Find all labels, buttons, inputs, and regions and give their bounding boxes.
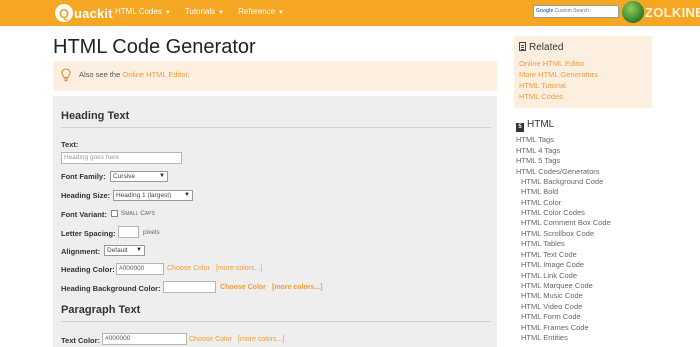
sidebar-sublink[interactable]: HTML Tables: [521, 239, 565, 248]
globe-logo-icon[interactable]: [622, 1, 644, 23]
nav-tutorials[interactable]: Tutorials ▼: [185, 7, 224, 16]
sidebar-sublink[interactable]: HTML Scrollbox Code: [521, 229, 594, 238]
letter-spacing-input[interactable]: [118, 226, 139, 238]
google-label: Google: [536, 8, 554, 14]
sidebar-sublink[interactable]: HTML Music Code: [521, 291, 583, 300]
chevron-down-icon: ▼: [159, 173, 165, 179]
letter-spacing-label: Letter Spacing:: [61, 229, 116, 238]
google-search-input[interactable]: Google Custom Search: [533, 5, 619, 18]
sidebar-sublink[interactable]: HTML Image Code: [521, 260, 584, 269]
zolkinet-logo[interactable]: ZOLKINET: [645, 5, 700, 20]
tip-prefix: Also see the: [79, 70, 123, 79]
caret-down-icon: ▼: [218, 10, 225, 16]
nav-label: Reference: [238, 7, 276, 16]
html-title: HTML: [527, 119, 555, 130]
section-divider: [61, 321, 491, 322]
related-title: Related: [529, 42, 564, 53]
para-more-colors-link[interactable]: [more colors...]: [238, 336, 284, 343]
select-value: Cursive: [113, 173, 136, 180]
sidebar-link[interactable]: HTML 4 Tags: [516, 146, 560, 155]
chevron-down-icon: ▼: [136, 247, 142, 253]
heading-text-input[interactable]: Heading goes here: [61, 152, 182, 164]
nav-label: HTML Codes: [115, 7, 162, 16]
related-link[interactable]: Online HTML Editor: [519, 59, 585, 68]
font-family-label: Font Family:: [61, 172, 106, 181]
heading-bg-color-label: Heading Background Color:: [61, 284, 161, 293]
nav-html-codes[interactable]: HTML Codes ▼: [115, 7, 171, 16]
sidebar-sublink[interactable]: HTML Color: [521, 198, 561, 207]
text-label: Text:: [61, 140, 79, 149]
page-title: HTML Code Generator: [53, 36, 256, 58]
small-caps-checkbox[interactable]: [111, 210, 118, 217]
paragraph-text-section-title: Paragraph Text: [61, 304, 141, 316]
bg-more-colors-link[interactable]: [more colors...]: [272, 284, 323, 291]
sidebar-link[interactable]: HTML Codes/Generators: [516, 167, 600, 176]
logo-mark: Q: [55, 4, 73, 22]
heading-size-select[interactable]: Heading 1 (largest) ▼: [113, 190, 193, 201]
related-link[interactable]: HTML Tutorial: [519, 81, 566, 90]
related-link[interactable]: More HTML Generators: [519, 70, 598, 79]
sidebar-sublink[interactable]: HTML Marquee Code: [521, 281, 593, 290]
lightbulb-icon: [61, 68, 71, 82]
quackit-logo[interactable]: Q uackit: [55, 3, 113, 23]
related-heading: Related: [519, 42, 563, 53]
caret-down-icon: ▼: [278, 10, 284, 16]
nav-reference[interactable]: Reference ▼: [238, 7, 284, 16]
tip-box: Also see the Online HTML Editor.: [53, 61, 497, 91]
text-color-label: Text Color:: [61, 336, 101, 345]
main-nav: HTML Codes ▼ Tutorials ▼ Reference ▼: [115, 7, 298, 16]
font-variant-label: Font Variant:: [61, 210, 107, 219]
online-html-editor-link[interactable]: Online HTML Editor: [122, 70, 187, 79]
related-link[interactable]: HTML Codes: [519, 92, 563, 101]
search-placeholder: Custom Search: [554, 8, 590, 14]
html-heading: 5 HTML: [516, 119, 554, 132]
sidebar-sublink[interactable]: HTML Color Codes: [521, 208, 585, 217]
heading-color-input[interactable]: #000000: [116, 263, 164, 275]
chevron-down-icon: ▼: [184, 192, 190, 198]
choose-color-link[interactable]: Choose Color: [167, 265, 210, 272]
sidebar-sublink[interactable]: HTML Text Code: [521, 250, 577, 259]
select-value: Heading 1 (largest): [116, 192, 172, 199]
sidebar-sublink[interactable]: HTML Link Code: [521, 271, 577, 280]
heading-bg-color-input[interactable]: [163, 281, 216, 293]
sidebar-sublink[interactable]: HTML Comment Box Code: [521, 218, 611, 227]
sidebar-link[interactable]: HTML Tags: [516, 135, 554, 144]
sidebar-sublink[interactable]: HTML Background Code: [521, 177, 603, 186]
alignment-select[interactable]: Default ▼: [104, 245, 145, 256]
sidebar-sublink[interactable]: HTML Video Code: [521, 302, 582, 311]
tip-text: Also see the Online HTML Editor.: [79, 70, 190, 79]
select-value: Default: [107, 247, 128, 254]
bg-choose-color-link[interactable]: Choose Color: [220, 284, 266, 291]
heading-size-label: Heading Size:: [61, 191, 111, 200]
html5-icon: 5: [516, 123, 524, 132]
para-choose-color-link[interactable]: Choose Color: [189, 336, 232, 343]
nav-label: Tutorials: [184, 7, 216, 16]
sidebar-link[interactable]: HTML 5 Tags: [516, 156, 560, 165]
small-caps-label: Small Caps: [121, 210, 155, 217]
logo-text: uackit: [74, 5, 113, 21]
sidebar-sublink[interactable]: HTML Form Code: [521, 312, 581, 321]
document-icon: [519, 42, 526, 51]
caret-down-icon: ▼: [164, 10, 171, 16]
sidebar-sublink[interactable]: HTML Frames Code: [521, 323, 589, 332]
heading-text-section-title: Heading Text: [61, 110, 130, 122]
more-colors-link[interactable]: [more colors...]: [216, 265, 262, 272]
tip-suffix: .: [187, 70, 190, 79]
sidebar-sublink[interactable]: HTML Entities: [521, 333, 568, 342]
sidebar-sublink[interactable]: HTML Bold: [521, 187, 558, 196]
heading-color-label: Heading Color:: [61, 265, 115, 274]
text-color-input[interactable]: #000000: [102, 333, 187, 345]
section-divider: [61, 127, 491, 128]
font-family-select[interactable]: Cursive ▼: [110, 171, 168, 182]
alignment-label: Alignment:: [61, 247, 101, 256]
pixels-unit: pixels: [143, 229, 160, 236]
